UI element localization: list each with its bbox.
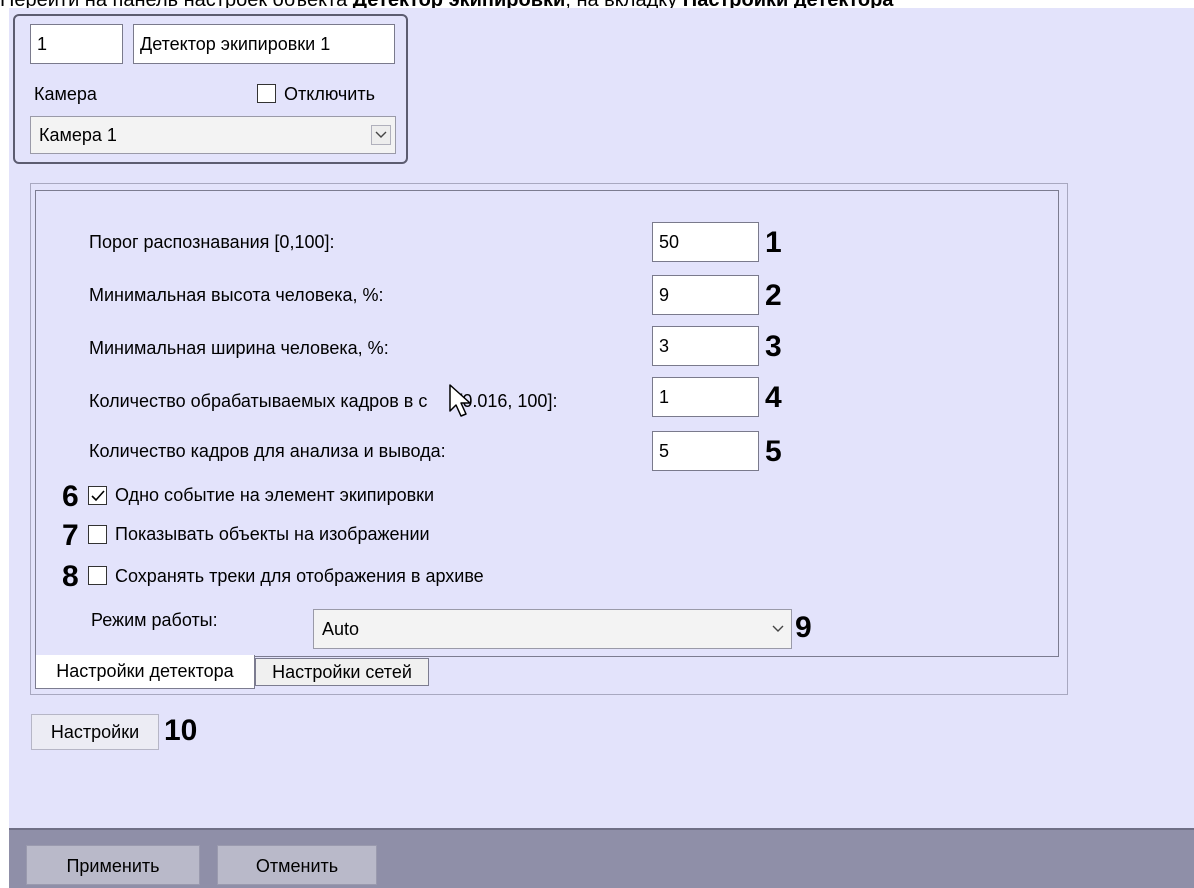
mouse-cursor-icon <box>448 383 474 424</box>
mode-select-value: Auto <box>322 618 360 639</box>
tab-network-settings[interactable]: Настройки сетей <box>255 658 429 686</box>
marker-3: 3 <box>765 330 782 363</box>
frames-per-second-label: Количество обрабатываемых кадров в с [0.… <box>89 391 557 412</box>
save-tracks-label: Сохранять треки для отображения в архиве <box>115 566 484 586</box>
disable-checkbox[interactable] <box>257 84 276 103</box>
tab-network-settings-label: Настройки сетей <box>272 661 412 682</box>
checkmark-icon <box>90 489 105 501</box>
object-name-field[interactable]: Детектор экипировки 1 <box>133 24 395 64</box>
min-height-label: Минимальная высота человека, %: <box>89 285 384 305</box>
cancel-button-label: Отменить <box>255 856 339 876</box>
marker-8: 8 <box>62 560 79 593</box>
settings-button-label: Настройки <box>50 721 140 742</box>
threshold-label: Порог распознавания [0,100]: <box>89 232 335 252</box>
frames-per-second-input[interactable]: 1 <box>652 377 759 417</box>
chevron-down-icon[interactable] <box>769 620 787 638</box>
analysis-frames-value: 5 <box>659 440 670 461</box>
marker-7: 7 <box>62 519 79 552</box>
min-height-input[interactable]: 9 <box>652 275 759 315</box>
mode-select[interactable]: Auto <box>313 609 792 649</box>
min-width-value: 3 <box>659 335 670 356</box>
threshold-input[interactable]: 50 <box>652 222 759 262</box>
analysis-frames-input[interactable]: 5 <box>652 431 759 471</box>
settings-button[interactable]: Настройки <box>31 714 159 750</box>
min-width-label: Минимальная ширина человека, %: <box>89 338 389 358</box>
camera-label: Камера <box>34 84 97 104</box>
tab-detector-settings[interactable]: Настройки детектора <box>35 655 255 689</box>
threshold-value: 50 <box>659 231 680 252</box>
save-tracks-checkbox[interactable] <box>88 566 107 585</box>
marker-4: 4 <box>765 381 782 414</box>
one-event-checkbox[interactable] <box>88 486 107 505</box>
apply-button[interactable]: Применить <box>26 845 200 885</box>
camera-select[interactable]: Камера 1 <box>30 116 396 154</box>
frames-per-second-value: 1 <box>659 386 670 407</box>
object-name-value: Детектор экипировки 1 <box>140 33 331 54</box>
cancel-button[interactable]: Отменить <box>217 845 377 885</box>
marker-10: 10 <box>164 714 198 747</box>
chevron-down-icon[interactable] <box>371 125 391 145</box>
mode-label: Режим работы: <box>91 610 218 630</box>
marker-9: 9 <box>795 611 812 644</box>
marker-6: 6 <box>62 480 79 513</box>
object-id-field[interactable]: 1 <box>30 24 123 64</box>
apply-button-label: Применить <box>66 856 160 876</box>
show-objects-checkbox[interactable] <box>88 525 107 544</box>
marker-2: 2 <box>765 279 782 312</box>
marker-1: 1 <box>765 226 782 259</box>
frames-per-second-label-start: Количество обрабатываемых кадров в с <box>89 391 428 411</box>
camera-select-value: Камера 1 <box>39 124 117 145</box>
min-width-input[interactable]: 3 <box>652 326 759 366</box>
min-height-value: 9 <box>659 284 670 305</box>
marker-5: 5 <box>765 435 782 468</box>
analysis-frames-label: Количество кадров для анализа и вывода: <box>89 441 446 461</box>
disable-label: Отключить <box>284 84 375 104</box>
tab-detector-settings-label: Настройки детектора <box>56 661 234 681</box>
object-id-value: 1 <box>37 33 48 54</box>
one-event-label: Одно событие на элемент экипировки <box>115 485 435 505</box>
show-objects-label: Показывать объекты на изображении <box>115 524 430 544</box>
